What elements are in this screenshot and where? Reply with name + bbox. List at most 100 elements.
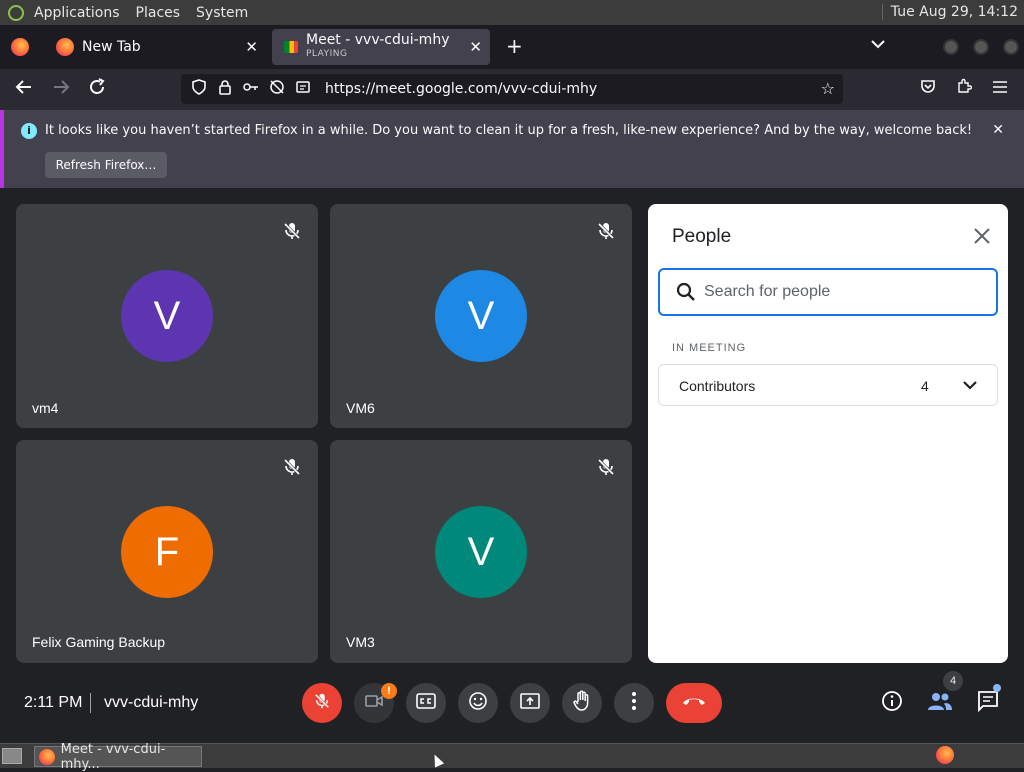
meeting-details-button[interactable] [876,687,908,719]
leave-call-button[interactable] [666,683,722,723]
reactions-button[interactable] [458,683,498,723]
people-count-badge: 4 [943,671,963,691]
more-options-button[interactable] [614,683,654,723]
menu-places[interactable]: Places [136,5,181,21]
tray-firefox[interactable] [936,746,958,767]
notification-message: It looks like you haven’t started Firefo… [45,123,973,138]
close-tab-icon[interactable]: ✕ [245,38,258,56]
participant-name: VM3 [346,634,375,650]
system-clock[interactable]: Tue Aug 29, 14:12 [881,4,1018,20]
mic-muted-icon [596,457,616,477]
mic-toggle-button[interactable] [302,683,342,723]
refresh-firefox-button[interactable]: Refresh Firefox… [45,152,167,178]
mic-off-icon [313,692,331,715]
in-meeting-label: IN MEETING [672,342,747,354]
distro-logo-icon[interactable] [8,4,24,21]
back-arrow-icon[interactable] [15,78,33,101]
show-desktop-icon[interactable] [2,748,22,764]
divider [90,693,91,713]
avatar: V [435,506,527,598]
browser-nav-bar: https://meet.google.com/vvv-cdui-mhy ☆ [0,69,1024,110]
group-label: Contributors [679,378,756,394]
system-top-bar: Applications Places System Tue Aug 29, 1… [0,0,1024,25]
avatar: F [121,506,213,598]
present-screen-button[interactable] [510,683,550,723]
people-icon [927,691,953,716]
close-window-icon[interactable] [1003,39,1019,55]
avatar: V [435,270,527,362]
extensions-icon[interactable] [956,78,973,99]
taskbar-window-item[interactable]: Meet - vvv-cdui-mhy... [34,742,202,772]
permissions-icon[interactable] [243,80,259,98]
meeting-time: 2:11 PM [24,694,83,711]
reader-page-icon[interactable] [295,80,311,98]
participant-name: vm4 [32,400,59,416]
camera-blocked-icon[interactable] [269,79,285,99]
forward-arrow-icon[interactable] [52,78,70,101]
list-all-tabs-chevron-icon[interactable] [871,37,885,53]
pocket-icon[interactable] [920,78,936,99]
minimize-window-icon[interactable] [943,39,959,55]
group-count: 4 [921,378,929,394]
people-search-box[interactable] [658,268,998,316]
new-tab-plus-icon[interactable]: + [506,34,523,58]
participant-tile[interactable]: V VM6 [330,204,632,428]
more-vert-icon [631,691,637,716]
participant-tile[interactable]: V VM3 [330,440,632,663]
contributors-group[interactable]: Contributors 4 [658,364,998,406]
url-text[interactable]: https://meet.google.com/vvv-cdui-mhy [325,81,597,97]
avatar: V [121,270,213,362]
reload-icon[interactable] [88,78,106,101]
firefox-icon [936,746,954,764]
shield-icon[interactable] [191,79,207,99]
search-input[interactable] [704,280,974,304]
raise-hand-button[interactable] [562,683,602,723]
info-outline-icon [881,690,903,717]
emoji-icon [468,691,488,716]
panel-title: People [672,226,732,247]
chevron-down-icon[interactable] [963,377,977,395]
tab-new-tab[interactable]: New Tab ✕ [44,29,266,65]
firefox-icon [39,748,55,765]
menu-applications[interactable]: Applications [34,5,120,21]
tab-meet[interactable]: Meet - vvv-cdui-mhy PLAYING ✕ [272,29,490,65]
refresh-firefox-notification: i It looks like you haven’t started Fire… [0,110,1024,188]
close-panel-icon[interactable] [974,224,990,250]
menu-system[interactable]: System [196,5,248,21]
url-bar[interactable]: https://meet.google.com/vvv-cdui-mhy ☆ [181,74,843,104]
taskbar-window-label: Meet - vvv-cdui-mhy... [60,741,166,772]
bookmark-star-icon[interactable]: ☆ [821,79,835,98]
close-notification-icon[interactable]: ✕ [992,122,1004,138]
hamburger-menu-icon[interactable] [992,78,1008,99]
google-meet-icon [284,41,298,53]
mic-muted-icon [596,221,616,241]
present-screen-icon [520,692,540,715]
mic-muted-icon [282,457,302,477]
tab-title: New Tab [82,39,141,55]
mic-muted-icon [282,221,302,241]
meeting-code[interactable]: vvv-cdui-mhy [104,694,198,712]
people-button[interactable] [924,687,956,719]
tab-title: Meet - vvv-cdui-mhy [306,32,450,48]
maximize-window-icon[interactable] [973,39,989,55]
search-icon [676,282,696,307]
captions-button[interactable] [406,683,446,723]
participant-tile[interactable]: V vm4 [16,204,318,428]
close-tab-icon[interactable]: ✕ [469,38,482,56]
hand-icon [572,690,592,717]
camera-warning-badge: ! [381,683,397,699]
desktop-taskbar: Meet - vvv-cdui-mhy... [0,742,1024,772]
closed-captions-icon [416,692,436,714]
meet-control-bar: 2:11 PM vvv-cdui-mhy ! 4 [0,663,1024,743]
participant-tile[interactable]: F Felix Gaming Backup [16,440,318,663]
lock-icon[interactable] [217,79,233,99]
participant-name: VM6 [346,400,375,416]
chat-button[interactable] [972,687,1004,719]
camera-off-icon [364,693,384,714]
firefox-icon [56,38,74,56]
chat-icon [977,690,999,717]
firefox-view-icon[interactable] [11,38,29,56]
tab-playing-label: PLAYING [306,49,348,59]
chat-notification-dot [993,684,1001,692]
browser-tab-bar: New Tab ✕ Meet - vvv-cdui-mhy PLAYING ✕ … [0,25,1024,69]
